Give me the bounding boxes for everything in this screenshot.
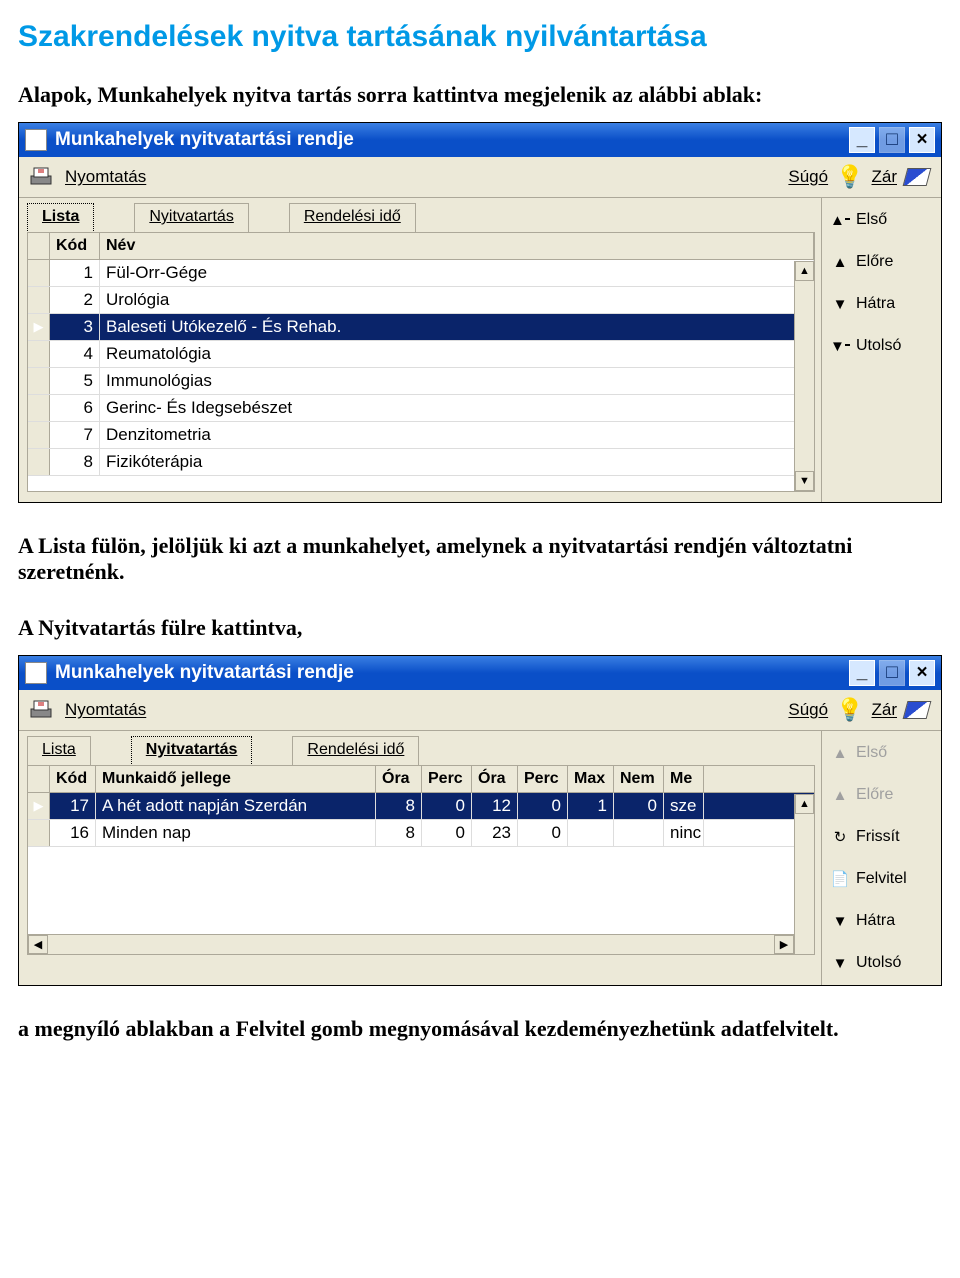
next-icon: ▼ [830, 911, 850, 931]
scroll-down-icon[interactable]: ▼ [795, 471, 814, 491]
row-indicator-icon: ▶ [28, 793, 50, 819]
menu-help[interactable]: Súgó [788, 167, 828, 187]
nav-next[interactable]: ▼Hátra [828, 907, 935, 935]
maximize-button: □ [879, 660, 905, 686]
page-title: Szakrendelések nyitva tartásának nyilván… [18, 20, 942, 54]
col-jelleg[interactable]: Munkaidő jellege [96, 766, 376, 792]
window-title-1: Munkahelyek nyitvatartási rendje [55, 129, 354, 151]
footer-text: a megnyíló ablakban a Felvitel gomb megn… [18, 1016, 942, 1042]
window-title-2: Munkahelyek nyitvatartási rendje [55, 662, 354, 684]
nav-prev: ▲Előre [828, 781, 935, 809]
last-icon: ▼ [830, 336, 850, 356]
nav-refresh[interactable]: ↻Frissít [828, 823, 935, 851]
prev-icon: ▲ [830, 785, 850, 805]
col-me[interactable]: Me [664, 766, 704, 792]
scroll-right-icon[interactable]: ▶ [774, 935, 794, 954]
menu-print[interactable]: Nyomtatás [65, 700, 146, 720]
eraser-icon[interactable] [903, 701, 932, 719]
col-kod[interactable]: Kód [50, 766, 96, 792]
scrollbar-vertical[interactable]: ▲ [794, 794, 814, 954]
close-button[interactable]: × [909, 660, 935, 686]
col-max[interactable]: Max [568, 766, 614, 792]
nav-last[interactable]: ▼Utolsó [828, 949, 935, 977]
toolbar-1: Nyomtatás Súgó 💡 Zár [19, 157, 941, 198]
table-row[interactable]: 2Urológia [28, 287, 814, 314]
menu-print[interactable]: Nyomtatás [65, 167, 146, 187]
titlebar-1: ▦ Munkahelyek nyitvatartási rendje _ □ × [19, 123, 941, 157]
titlebar-2: ▦ Munkahelyek nyitvatartási rendje _ □ × [19, 656, 941, 690]
table-row[interactable]: 6Gerinc- És Idegsebészet [28, 395, 814, 422]
grid-1: Kód Név 1Fül-Orr-Gége 2Urológia ▶3Balese… [27, 232, 815, 492]
nav-first[interactable]: ▲Első [828, 206, 935, 234]
scroll-up-icon[interactable]: ▲ [795, 794, 814, 814]
window-1: ▦ Munkahelyek nyitvatartási rendje _ □ ×… [18, 122, 942, 503]
menu-close[interactable]: Zár [872, 700, 898, 720]
nav-new[interactable]: 📄Felvitel [828, 865, 935, 893]
tab-rendelesi-ido[interactable]: Rendelési idő [289, 203, 416, 233]
scroll-left-icon[interactable]: ◀ [28, 935, 48, 954]
app-icon: ▦ [25, 129, 47, 151]
col-perc1[interactable]: Perc [422, 766, 472, 792]
table-row[interactable]: 4Reumatológia [28, 341, 814, 368]
first-icon: ▲ [830, 210, 850, 230]
maximize-button: □ [879, 127, 905, 153]
menu-close[interactable]: Zár [872, 167, 898, 187]
close-button[interactable]: × [909, 127, 935, 153]
app-icon: ▦ [25, 662, 47, 684]
col-ora1[interactable]: Óra [376, 766, 422, 792]
table-row[interactable]: 5Immunológias [28, 368, 814, 395]
tab-nyitvatartas[interactable]: Nyitvatartás [134, 203, 248, 233]
intro-text: Alapok, Munkahelyek nyitva tartás sorra … [18, 82, 942, 108]
new-icon: 📄 [830, 869, 850, 889]
row-indicator-icon: ▶ [28, 314, 50, 340]
nav-prev[interactable]: ▲Előre [828, 248, 935, 276]
table-row[interactable]: 1Fül-Orr-Gége [28, 260, 814, 287]
table-row-selected[interactable]: ▶3Baleseti Utókezelő - És Rehab. [28, 314, 814, 341]
tab-rendelesi-ido[interactable]: Rendelési idő [292, 736, 419, 766]
refresh-icon: ↻ [830, 827, 850, 847]
prev-icon: ▲ [830, 252, 850, 272]
tab-lista[interactable]: Lista [27, 203, 94, 233]
lightbulb-icon[interactable]: 💡 [836, 164, 863, 190]
col-perc2[interactable]: Perc [518, 766, 568, 792]
lightbulb-icon[interactable]: 💡 [836, 697, 863, 723]
toolbar-2: Nyomtatás Súgó 💡 Zár [19, 690, 941, 731]
mid-text-2: A Nyitvatartás fülre kattintva, [18, 615, 942, 641]
col-ora2[interactable]: Óra [472, 766, 518, 792]
table-row[interactable]: 8Fizikóterápia [28, 449, 814, 476]
grid-2: Kód Munkaidő jellege Óra Perc Óra Perc M… [27, 765, 815, 955]
print-icon[interactable] [27, 696, 55, 724]
last-icon: ▼ [830, 953, 850, 973]
nav-first: ▲Első [828, 739, 935, 767]
menu-help[interactable]: Súgó [788, 700, 828, 720]
scrollbar-vertical[interactable]: ▲ ▼ [794, 261, 814, 491]
col-nev[interactable]: Név [100, 233, 814, 259]
eraser-icon[interactable] [903, 168, 932, 186]
col-kod[interactable]: Kód [50, 233, 100, 259]
next-icon: ▼ [830, 294, 850, 314]
scroll-up-icon[interactable]: ▲ [795, 261, 814, 281]
table-row[interactable]: 7Denzitometria [28, 422, 814, 449]
first-icon: ▲ [830, 743, 850, 763]
minimize-button[interactable]: _ [849, 127, 875, 153]
tab-nyitvatartas[interactable]: Nyitvatartás [131, 736, 253, 766]
nav-next[interactable]: ▼Hátra [828, 290, 935, 318]
nav-last[interactable]: ▼Utolsó [828, 332, 935, 360]
minimize-button[interactable]: _ [849, 660, 875, 686]
table-row-selected[interactable]: ▶ 17 A hét adott napján Szerdán 8 0 12 0… [28, 793, 814, 820]
print-icon[interactable] [27, 163, 55, 191]
mid-text-1: A Lista fülön, jelöljük ki azt a munkahe… [18, 533, 942, 585]
table-row[interactable]: 16 Minden nap 8 0 23 0 ninc [28, 820, 814, 847]
tab-lista[interactable]: Lista [27, 736, 91, 766]
scrollbar-horizontal[interactable]: ◀ ▶ [28, 934, 794, 954]
window-2: ▦ Munkahelyek nyitvatartási rendje _ □ ×… [18, 655, 942, 986]
col-nem[interactable]: Nem [614, 766, 664, 792]
